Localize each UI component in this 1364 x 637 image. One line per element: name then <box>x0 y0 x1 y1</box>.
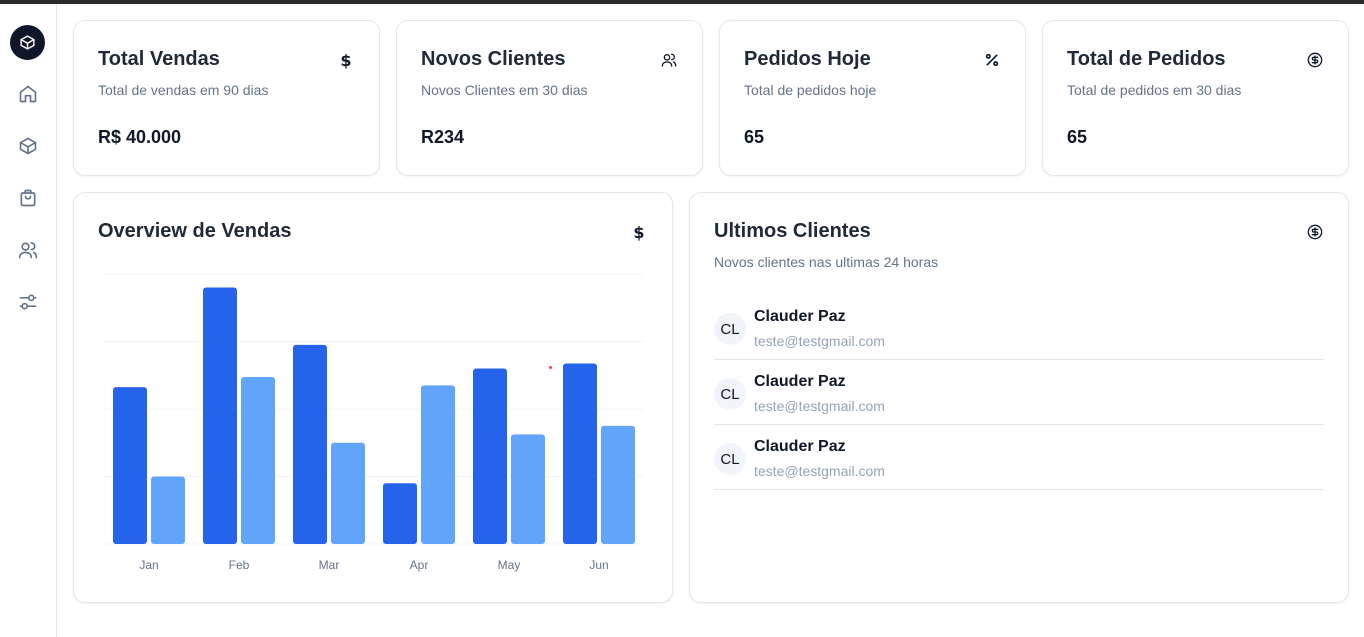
overview-card: Overview de Vendas $ Jan Feb Mar Apr May Jun <box>73 192 673 603</box>
bar-may-2[interactable] <box>511 434 545 544</box>
bar-jan-2[interactable] <box>151 476 185 545</box>
avatar: CL <box>714 313 746 345</box>
stat-subtitle: Total de vendas em 90 dias <box>98 82 269 98</box>
circle-dollar-icon <box>1306 51 1324 69</box>
client-row[interactable]: CL Clauder Paz teste@testgmail.com <box>714 360 1324 425</box>
avatar: CL <box>714 378 746 410</box>
home-icon[interactable] <box>14 80 42 108</box>
client-email: teste@testgmail.com <box>754 333 885 349</box>
bar-feb-2[interactable] <box>241 376 275 544</box>
x-tick-label: Jun <box>589 558 608 572</box>
overview-bar-chart: Jan Feb Mar Apr May Jun <box>104 273 644 572</box>
client-email: teste@testgmail.com <box>754 398 885 414</box>
stat-title: Pedidos Hoje <box>744 48 871 70</box>
bar-feb-1[interactable] <box>203 287 237 545</box>
percent-icon <box>983 51 1001 69</box>
bar-jun-2[interactable] <box>601 425 635 544</box>
x-tick-label: Feb <box>229 558 250 572</box>
clients-subtitle: Novos clientes nas ultimas 24 horas <box>714 254 939 270</box>
avatar: CL <box>714 443 746 475</box>
stat-card-total-pedidos: Total de Pedidos Total de pedidos em 30 … <box>1042 20 1349 176</box>
stat-subtitle: Novos Clientes em 30 dias <box>421 82 588 98</box>
client-name: Clauder Paz <box>754 308 846 325</box>
client-row[interactable]: CL Clauder Paz teste@testgmail.com <box>714 425 1324 490</box>
client-name: Clauder Paz <box>754 438 846 455</box>
client-row[interactable]: CL Clauder Paz teste@testgmail.com <box>714 295 1324 360</box>
stat-value: R234 <box>421 127 465 147</box>
x-tick-label: Jan <box>139 558 158 572</box>
users-icon <box>660 51 678 69</box>
settings-sliders-icon[interactable] <box>14 288 42 316</box>
client-name: Clauder Paz <box>754 373 846 390</box>
dollar-icon: $ <box>340 50 352 70</box>
bar-apr-2[interactable] <box>421 385 455 544</box>
stat-value: 65 <box>744 127 765 147</box>
stat-value: 65 <box>1067 127 1088 147</box>
stat-title: Total Vendas <box>98 48 220 70</box>
bar-may-1[interactable] <box>473 368 507 545</box>
bar-mar-2[interactable] <box>331 442 365 544</box>
stat-subtitle: Total de pedidos em 30 dias <box>1067 82 1242 98</box>
stat-card-novos-clientes: Novos Clientes Novos Clientes em 30 dias… <box>396 20 703 176</box>
stat-title: Novos Clientes <box>421 48 566 70</box>
logo-package-icon[interactable] <box>10 25 45 60</box>
package-icon[interactable] <box>14 132 42 160</box>
circle-dollar-icon <box>1306 223 1324 241</box>
clients-card: Ultimos Clientes Novos clientes nas ulti… <box>689 192 1349 603</box>
stat-value: R$ 40.000 <box>98 127 182 147</box>
client-email: teste@testgmail.com <box>754 463 885 479</box>
users-icon[interactable] <box>14 236 42 264</box>
bar-apr-1[interactable] <box>383 483 417 544</box>
bar-mar-1[interactable] <box>293 344 327 544</box>
x-tick-label: Mar <box>319 558 340 572</box>
sidebar <box>0 4 57 637</box>
marker-dot <box>549 366 552 369</box>
bar-jun-1[interactable] <box>563 363 597 544</box>
clients-title: Ultimos Clientes <box>714 220 871 242</box>
stat-card-total-vendas: Total Vendas $ Total de vendas em 90 dia… <box>73 20 380 176</box>
top-bar <box>0 0 1364 4</box>
stat-card-pedidos-hoje: Pedidos Hoje Total de pedidos hoje 65 <box>719 20 1026 176</box>
x-tick-label: May <box>498 558 521 572</box>
stat-title: Total de Pedidos <box>1067 48 1226 70</box>
stat-subtitle: Total de pedidos hoje <box>744 82 877 98</box>
bar-jan-1[interactable] <box>113 387 147 544</box>
shopping-bag-icon[interactable] <box>14 184 42 212</box>
x-tick-label: Apr <box>410 558 429 572</box>
